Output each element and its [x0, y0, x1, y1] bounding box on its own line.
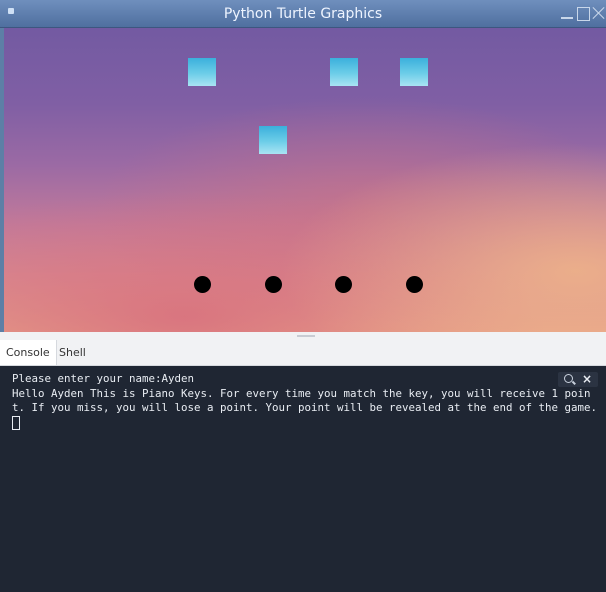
panel-splitter[interactable] [0, 332, 606, 340]
turtle-window: Python Turtle Graphics [0, 0, 606, 332]
console-toolbar: × [558, 372, 598, 387]
target-ball [335, 276, 352, 293]
window-title: Python Turtle Graphics [223, 6, 383, 22]
target-ball [406, 276, 423, 293]
tab-console[interactable]: Console [0, 340, 57, 365]
tab-shell[interactable]: Shell [53, 340, 92, 365]
window-close-icon[interactable] [593, 5, 605, 21]
console-line: Please enter your name:Ayden [12, 372, 195, 385]
window-titlebar[interactable]: Python Turtle Graphics [0, 0, 606, 28]
input-cursor[interactable] [12, 415, 20, 430]
console-panel[interactable]: Please enter your name:Ayden Hello Ayden… [0, 366, 606, 592]
splitter-grip-icon[interactable] [297, 335, 315, 337]
target-ball [265, 276, 282, 293]
bottom-tabs: Console Shell [0, 340, 606, 366]
minimize-icon[interactable] [561, 5, 573, 21]
console-line: Hello Ayden This is Piano Keys. For ever… [12, 386, 598, 415]
close-icon[interactable]: × [582, 372, 592, 387]
piano-key [330, 58, 358, 86]
turtle-canvas[interactable] [4, 28, 606, 332]
console-output: Please enter your name:Ayden Hello Ayden… [12, 372, 600, 432]
piano-key [259, 126, 287, 154]
target-ball [194, 276, 211, 293]
piano-key [400, 58, 428, 86]
piano-key [188, 58, 216, 86]
search-icon[interactable] [564, 374, 573, 383]
maximize-icon[interactable] [577, 7, 590, 21]
